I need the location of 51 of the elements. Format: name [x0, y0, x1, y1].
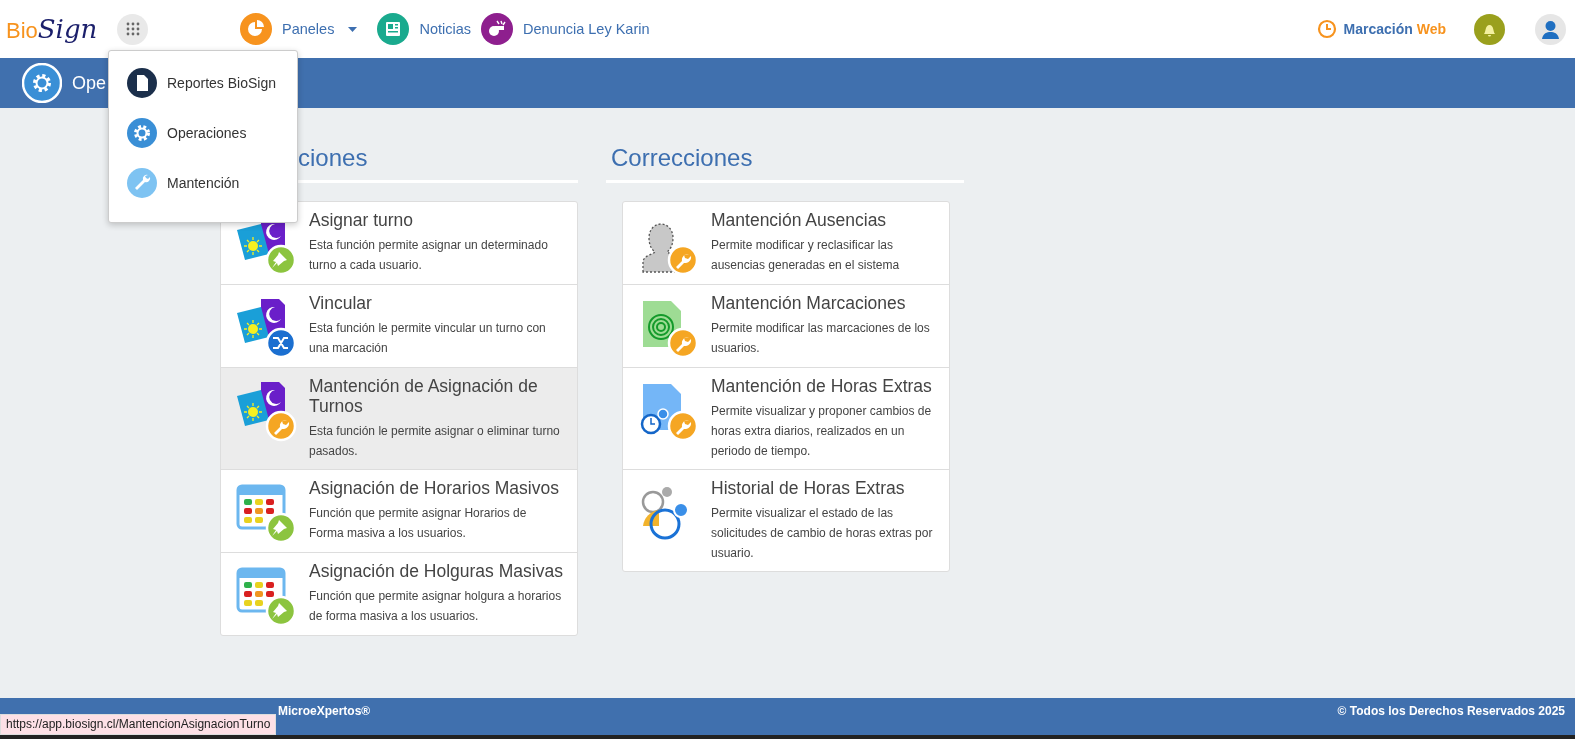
bell-icon[interactable] [1474, 13, 1505, 45]
card-description: Permite modificar y reclasificar las ausencias generadas en el sistema [711, 237, 901, 274]
user-avatar-icon[interactable] [1535, 13, 1566, 45]
card-description: Esta función permite asignar un determinado turno a cada usuario. [309, 237, 549, 274]
card-description: Permite modificar las marcaciones de los usuarios. [711, 320, 931, 357]
shift-cards-icon [235, 297, 297, 359]
apps-grid-icon[interactable] [117, 13, 148, 45]
document-icon [127, 68, 157, 98]
nav-link[interactable]: Noticias [419, 21, 471, 37]
card-title: Mantención de Horas Extras [711, 376, 933, 396]
card-title: Asignación de Holguras Masivas [309, 561, 563, 581]
card-title: Mantención de Asignación de Turnos [309, 376, 539, 416]
function-card[interactable]: Asignación de Holguras Masivas Función que permite asignar holgura a horarios de forma masiva a los usuarios. [221, 553, 577, 635]
menu-item[interactable]: Operaciones [109, 108, 297, 158]
nav-link[interactable]: Denuncia Ley Karin [523, 21, 650, 37]
card-description: Esta función le permite asignar o eliminar turno pasados. [309, 423, 561, 460]
wrench-icon [127, 168, 157, 198]
whistle-icon[interactable] [481, 13, 513, 45]
card-title: Asignar turno [309, 210, 415, 230]
biosign-logo[interactable]: BioSign [6, 14, 116, 44]
card-title: Historial de Horas Extras [711, 478, 906, 498]
card-description: Función que permite asignar holgura a horarios de forma masiva a los usuarios. [309, 588, 563, 625]
menu-item[interactable]: Reportes BioSign [109, 58, 297, 108]
card-title: Mantención Ausencias [711, 210, 888, 230]
marcacion-web-link[interactable]: Marcación Web [1343, 21, 1446, 37]
card-description: Permite visualizar el estado de las solicitudes de cambio de horas extras por usuario. [711, 505, 934, 562]
calendar-icon [235, 482, 297, 544]
card-description: Permite visualizar y proponer cambios de horas extra diarios, realizados en un periodo de tiempo. [711, 403, 933, 460]
card-description: Función que permite asignar Horarios de Forma masiva a los usuarios. [309, 505, 528, 542]
newspaper-icon[interactable] [377, 13, 410, 45]
function-card[interactable]: Mantención Marcaciones Permite modificar las marcaciones de los usuarios. [623, 285, 949, 368]
nav-link[interactable]: Paneles [282, 21, 335, 37]
section-heading: Correcciones [606, 138, 964, 183]
calendar-icon [235, 565, 297, 627]
status-url: https://app.biosign.cl/MantencionAsignacionTurno [0, 714, 277, 735]
footer-version-text: MicroeXpertos® [277, 704, 371, 718]
function-card[interactable]: Mantención de Asignación de Turnos Esta función le permite asignar o eliminar turno pasados. [221, 368, 577, 470]
function-card[interactable]: Mantención de Horas Extras Permite visualizar y proponer cambios de horas extra diarios, realizados en un periodo de tiempo. [623, 368, 949, 470]
function-card[interactable]: Mantención Ausencias Permite modificar y reclasificar las ausencias generadas en el sistema [623, 202, 949, 285]
page-title: Ope [72, 72, 107, 94]
function-card[interactable]: Asignación de Horarios Masivos Función que permite asignar Horarios de Forma masiva a los usuarios. [221, 470, 577, 553]
gear-icon [22, 63, 62, 103]
gear-icon [127, 118, 157, 148]
function-card[interactable]: Historial de Horas Extras Permite visualizar el estado de las solicitudes de cambio de horas extras por usuario. [623, 470, 949, 571]
shift-cards-icon [235, 380, 297, 442]
caret-icon[interactable] [348, 26, 358, 32]
copyright-text: © Todos los Derechos Reservados 2025 [1337, 704, 1565, 718]
card-title: Mantención Marcaciones [711, 293, 907, 313]
card-title: Vincular [309, 293, 373, 313]
card-description: Esta función le permite vincular un turno con una marcación [309, 320, 547, 357]
card-title: Asignación de Horarios Masivos [309, 478, 560, 498]
